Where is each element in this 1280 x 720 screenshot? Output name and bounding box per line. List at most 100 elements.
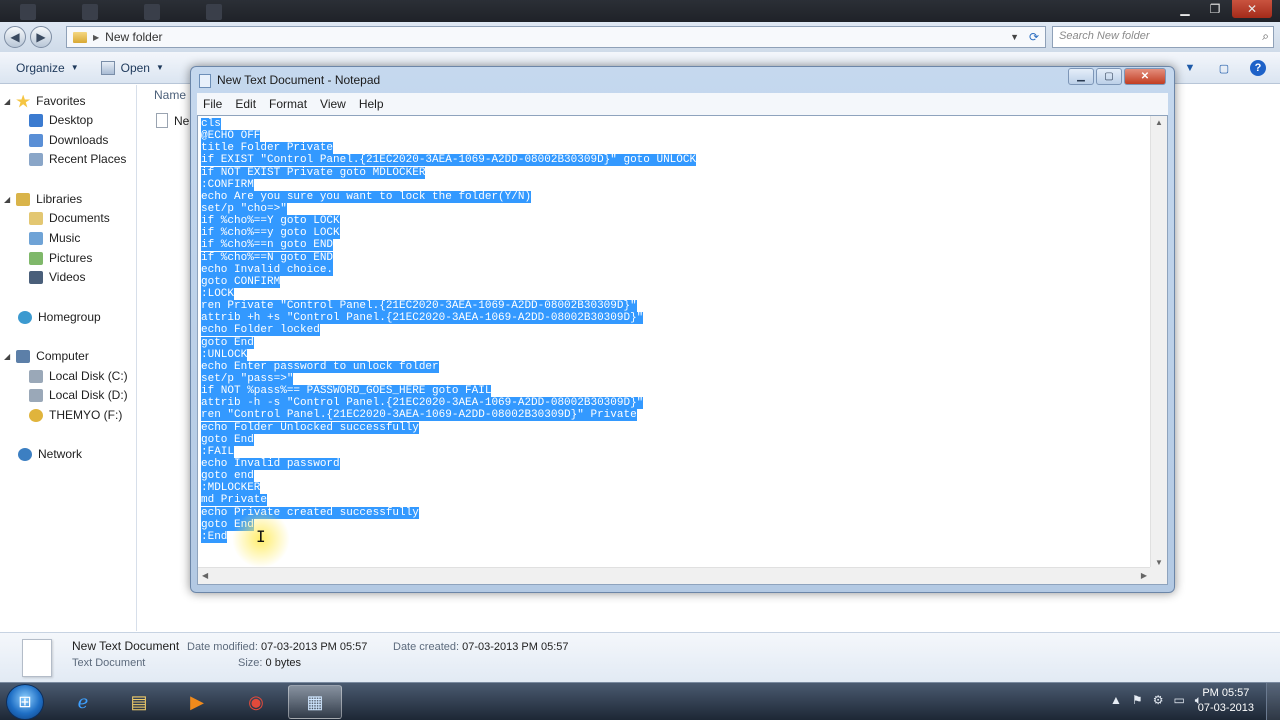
details-pane: New Text Document Text Document Date mod… xyxy=(0,632,1280,682)
chevron-down-icon: ◢ xyxy=(4,96,11,106)
nav-music[interactable]: Music xyxy=(29,231,80,245)
media-player-icon[interactable]: ▶ xyxy=(170,685,224,719)
minimize-icon[interactable]: ▁ xyxy=(1172,0,1198,18)
selected-text: echo Folder Unlocked successfully xyxy=(201,421,419,434)
nav-desktop[interactable]: Desktop xyxy=(29,113,93,127)
selected-text: echo Invalid password xyxy=(201,457,340,470)
menu-help[interactable]: Help xyxy=(359,97,384,111)
text-content: cls @ECHO OFF title Folder Private if EXIST… xyxy=(201,118,697,543)
chevron-up-icon[interactable]: ▲ xyxy=(1110,693,1122,708)
text-line: set/p "cho=>" xyxy=(201,202,696,215)
explorer-title-bar: ▁ ❐ ✕ xyxy=(0,0,1280,22)
text-line: md Private xyxy=(201,494,696,507)
file-explorer-icon[interactable]: ▤ xyxy=(112,685,166,719)
maximize-icon[interactable]: ❐ xyxy=(1202,0,1228,18)
size-grip[interactable] xyxy=(1150,567,1167,584)
nav-favorites[interactable]: ◢ Favorites xyxy=(4,94,86,108)
selected-text: set/p "pass=>" xyxy=(201,372,294,385)
nav-local-disk-c[interactable]: Local Disk (C:) xyxy=(29,369,128,383)
text-line: if %cho%==y goto LOCK xyxy=(201,227,696,240)
horizontal-scrollbar[interactable]: ◀ ▶ xyxy=(198,567,1151,584)
notepad-taskbar-icon[interactable]: ▦ xyxy=(288,685,342,719)
settings-icon[interactable]: ⚙ xyxy=(1153,693,1164,708)
internet-explorer-icon[interactable]: ℯ xyxy=(56,685,110,719)
scroll-left-icon[interactable]: ◀ xyxy=(202,571,208,580)
text-line: echo Invalid choice. xyxy=(201,263,696,276)
nav-pictures[interactable]: Pictures xyxy=(29,251,92,265)
scroll-up-icon[interactable]: ▲ xyxy=(1155,118,1163,127)
taskbar: ⊞ ℯ ▤ ▶ ◉ ▦ ▲ ⚑ ⚙ ▭ 🔈︎ PM 05:57 07-03-20… xyxy=(0,682,1280,720)
nav-libraries[interactable]: ◢ Libraries xyxy=(4,192,82,206)
organize-button[interactable]: Organize ▼ xyxy=(16,61,79,75)
network-icon[interactable]: ▭ xyxy=(1173,693,1184,708)
search-input[interactable]: Search New folder ⌕ xyxy=(1052,26,1274,48)
menu-edit[interactable]: Edit xyxy=(235,97,256,111)
nav-downloads[interactable]: Downloads xyxy=(29,133,108,147)
nav-homegroup[interactable]: Homegroup xyxy=(4,310,101,324)
refresh-icon[interactable]: ⟳ xyxy=(1029,30,1039,44)
nav-themyo-f[interactable]: THEMYO (F:) xyxy=(29,408,122,422)
detail-date-created: Date created: 07-03-2013 PM 05:57 xyxy=(393,641,569,653)
menu-file[interactable]: File xyxy=(203,97,222,111)
column-header-name[interactable]: Name xyxy=(154,88,186,102)
scroll-down-icon[interactable]: ▼ xyxy=(1155,558,1163,567)
address-path: New folder xyxy=(105,30,163,44)
start-button[interactable]: ⊞ xyxy=(6,684,44,720)
selected-text: echo Are you sure you want to lock the f… xyxy=(201,190,532,203)
notepad-text-area[interactable]: cls @ECHO OFF title Folder Private if EXIST… xyxy=(197,115,1168,585)
recent-places-icon xyxy=(29,152,43,166)
homegroup-icon xyxy=(18,310,32,324)
nav-videos[interactable]: Videos xyxy=(29,270,85,284)
selected-text: set/p "cho=>" xyxy=(201,202,287,215)
help-icon[interactable]: ? xyxy=(1250,60,1266,76)
nav-recent-places[interactable]: Recent Places xyxy=(29,152,126,166)
file-item[interactable]: Ne xyxy=(156,113,189,128)
nav-network[interactable]: Network xyxy=(4,447,82,461)
text-line: echo Folder locked xyxy=(201,324,696,337)
file-name: Ne xyxy=(174,113,190,128)
nav-documents[interactable]: Documents xyxy=(29,211,110,225)
forward-button[interactable]: ▶ xyxy=(30,26,52,48)
text-line: goto CONFIRM xyxy=(201,275,696,288)
drive-icon xyxy=(29,369,43,383)
clock[interactable]: PM 05:57 07-03-2013 xyxy=(1198,686,1254,716)
vertical-scrollbar[interactable]: ▲ ▼ xyxy=(1150,116,1167,569)
chevron-down-icon: ▼ xyxy=(70,63,79,72)
selected-text: echo Enter password to unlock folder xyxy=(201,360,439,373)
close-icon[interactable]: ✕ xyxy=(1124,68,1166,85)
open-button[interactable]: Open ▼ xyxy=(100,60,164,75)
menu-view[interactable]: View xyxy=(320,97,346,111)
chevron-down-icon[interactable]: ▼ xyxy=(1010,32,1019,42)
text-line: ren Private "Control Panel.{21EC2020-3AE… xyxy=(201,300,696,313)
minimize-icon[interactable]: ▁ xyxy=(1068,68,1094,85)
selected-text: if %cho%==Y goto LOCK xyxy=(201,215,340,228)
chevron-down-icon[interactable]: ▼ xyxy=(1182,60,1198,76)
close-icon[interactable]: ✕ xyxy=(1232,0,1272,18)
chevron-down-icon: ◢ xyxy=(4,351,11,361)
desktop-icon xyxy=(20,4,36,20)
text-line: goto End xyxy=(201,336,696,349)
maximize-icon[interactable]: ▢ xyxy=(1096,68,1122,85)
system-tray: ▲ ⚑ ⚙ ▭ 🔈︎ xyxy=(1110,693,1202,708)
back-button[interactable]: ◀ xyxy=(4,26,26,48)
selected-text: :End xyxy=(201,530,228,543)
selected-text: if NOT EXIST Private goto MDLOCKER xyxy=(201,166,426,179)
libraries-icon xyxy=(16,192,31,206)
nav-computer[interactable]: ◢ Computer xyxy=(4,349,89,363)
nav-local-disk-d[interactable]: Local Disk (D:) xyxy=(29,388,128,402)
text-document-icon xyxy=(22,639,52,677)
chrome-icon[interactable]: ◉ xyxy=(229,685,283,719)
text-line: attrib +h +s "Control Panel.{21EC2020-3A… xyxy=(201,312,696,325)
menu-format[interactable]: Format xyxy=(269,97,307,111)
address-bar[interactable]: ▶ New folder ▼ ⟳ xyxy=(66,26,1046,48)
detail-file-type: Text Document xyxy=(72,657,146,669)
clock-date: 07-03-2013 xyxy=(1197,702,1254,714)
flag-icon[interactable]: ⚑ xyxy=(1132,693,1143,708)
scroll-right-icon[interactable]: ▶ xyxy=(1141,571,1147,580)
text-line: if %cho%==N goto END xyxy=(201,251,696,264)
show-desktop-button[interactable] xyxy=(1266,683,1280,720)
text-line: :LOCK xyxy=(201,287,696,300)
text-line: goto end xyxy=(201,470,696,483)
open-icon xyxy=(100,60,115,75)
preview-pane-icon[interactable]: ▢ xyxy=(1216,60,1232,76)
